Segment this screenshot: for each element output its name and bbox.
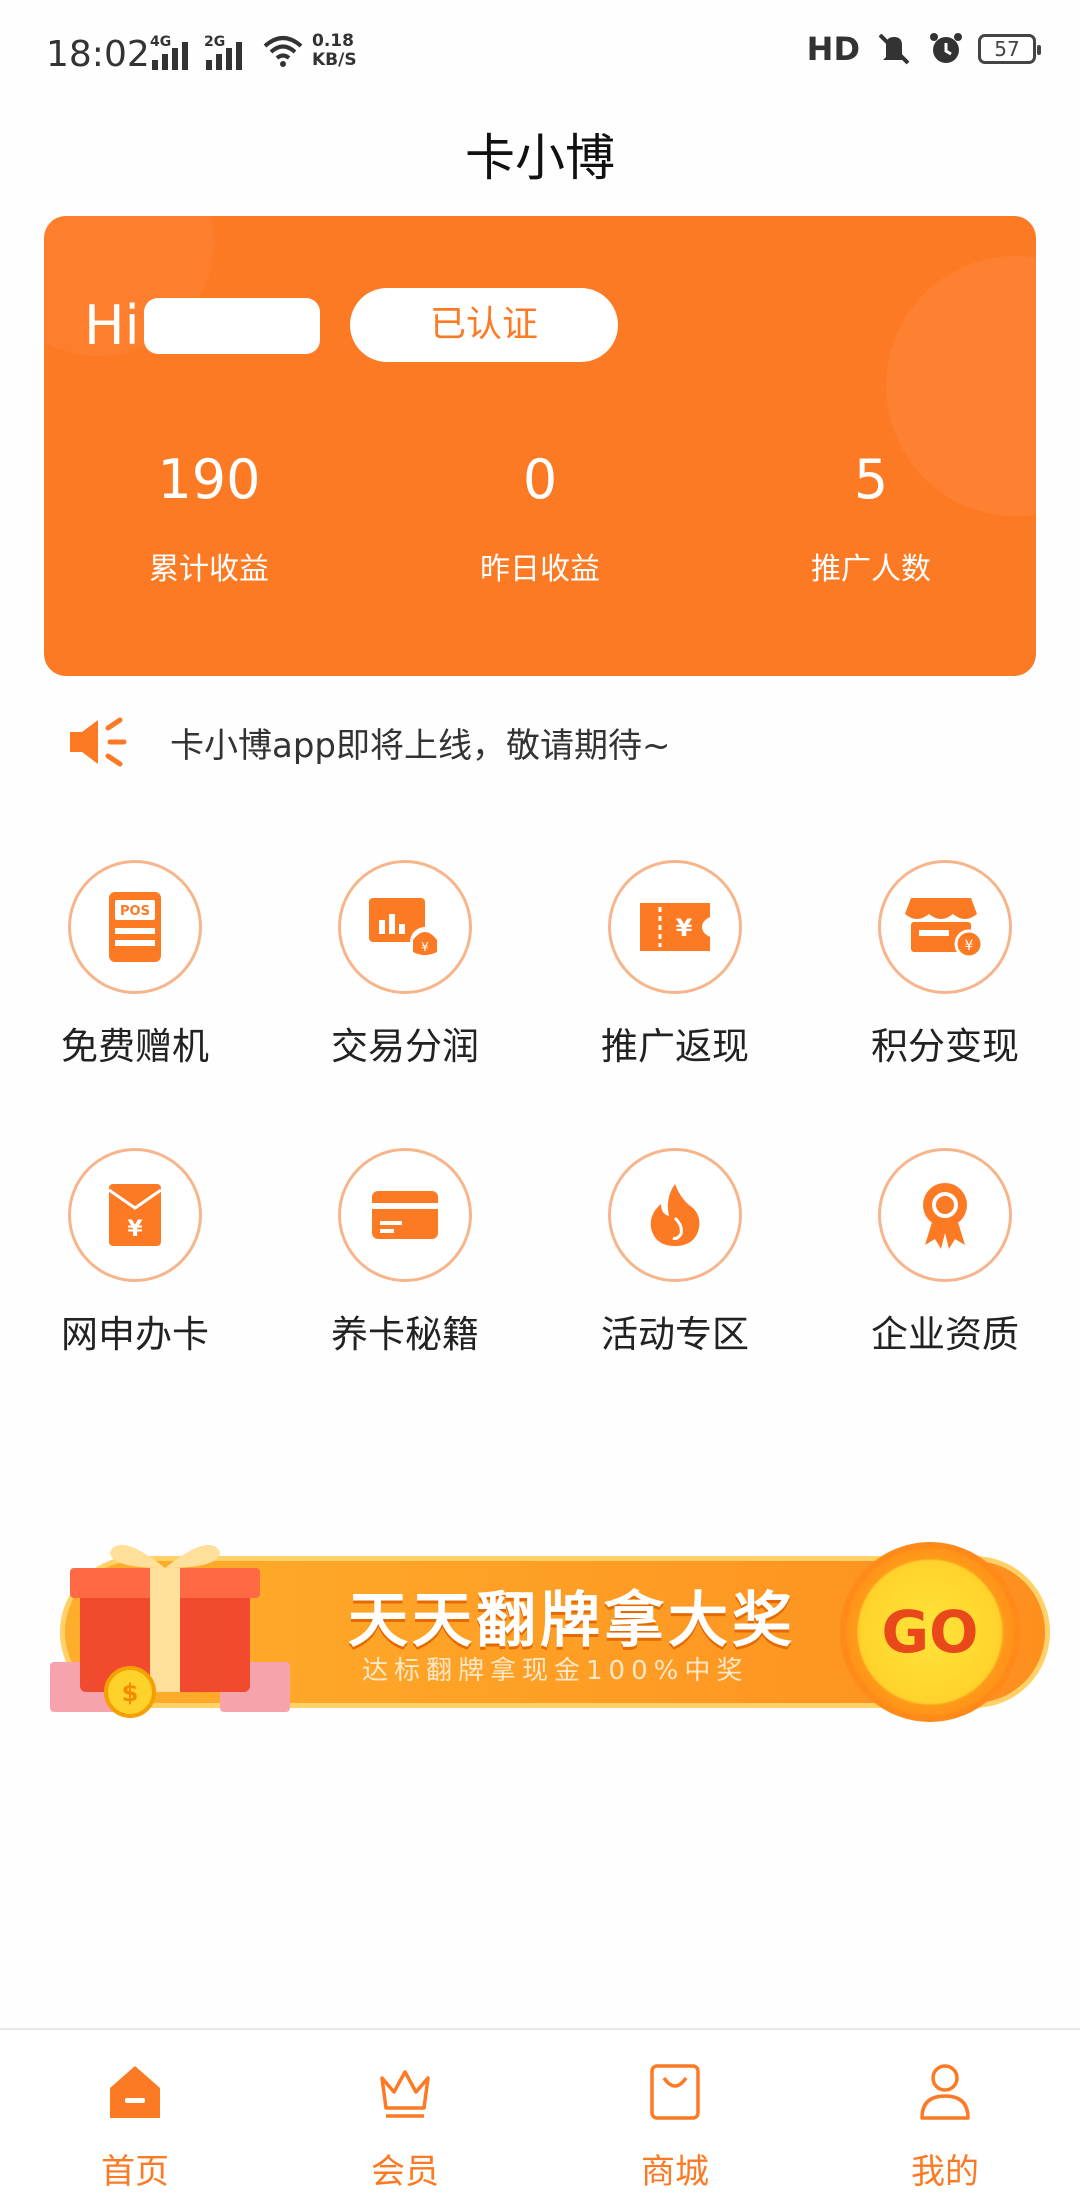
svg-text:¥: ¥ (676, 914, 693, 942)
status-time: 18:02 (46, 34, 150, 75)
grid-item-card-tips[interactable]: 养卡秘籍 (270, 1148, 540, 1358)
go-button[interactable]: GO (840, 1542, 1020, 1722)
crown-icon (380, 2070, 430, 2118)
store-points-icon: ¥ (905, 898, 984, 959)
bottom-navigation: 首页 会员 商城 我的 (0, 2028, 1080, 2204)
grid-item-activities[interactable]: 活动专区 (540, 1148, 810, 1358)
envelope-yuan-icon: ¥ (108, 1184, 162, 1246)
grid-item-points-cash[interactable]: ¥ 积分变现 (810, 860, 1080, 1070)
mute-bell-icon (878, 33, 910, 65)
stat-referrals[interactable]: 5 推广人数 (706, 450, 1036, 588)
home-screen: 18:02 4G 2G 0.18 KB/S HD 57 卡小博 Hi 已认证 1… (0, 0, 1080, 2204)
flame-icon (650, 1184, 700, 1246)
pos-machine-icon: POS (109, 892, 161, 962)
status-bar: 18:02 4G 2G 0.18 KB/S HD 57 (0, 0, 1080, 110)
nav-membership[interactable]: 会员 (270, 2060, 540, 2193)
battery-icon: 57 (978, 34, 1041, 64)
nav-home[interactable]: 首页 (0, 2060, 270, 2193)
user-icon (920, 2064, 970, 2120)
page-title: 卡小博 (465, 129, 615, 187)
svg-text:¥: ¥ (421, 940, 429, 954)
verified-badge[interactable]: 已认证 (350, 288, 618, 362)
banner-subtitle: 达标翻牌拿现金100%中奖 (362, 1656, 749, 1686)
svg-text:$: $ (122, 1679, 139, 1707)
greeting: Hi (84, 294, 320, 357)
signal-4g-icon: 4G (150, 34, 188, 70)
network-speed: 0.18 KB/S (312, 31, 357, 70)
grid-item-free-machine[interactable]: POS 免费赠机 (0, 860, 270, 1070)
announcement-text: 卡小博app即将上线，敬请期待~ (170, 725, 671, 766)
speaker-icon (70, 717, 127, 767)
grid-item-qualification[interactable]: 企业资质 (810, 1148, 1080, 1358)
announcement-bar[interactable]: 卡小博app即将上线，敬请期待~ (66, 712, 671, 772)
badge-icon (923, 1183, 967, 1249)
nav-mall[interactable]: 商城 (540, 2060, 810, 2193)
masked-username (143, 297, 320, 354)
alarm-icon (930, 33, 962, 63)
nav-profile[interactable]: 我的 (810, 2060, 1080, 2193)
banner-title: 天天翻牌拿大奖 (348, 1586, 796, 1656)
wifi-icon (263, 36, 303, 67)
grid-item-promo-cashback[interactable]: ¥ 推广返现 (540, 860, 810, 1070)
grid-item-apply-card[interactable]: ¥ 网申办卡 (0, 1148, 270, 1358)
svg-text:¥: ¥ (127, 1217, 143, 1242)
stat-total-earnings[interactable]: 190 累计收益 (44, 450, 374, 588)
trade-share-icon: ¥ (369, 898, 440, 957)
stat-yesterday-earnings[interactable]: 0 昨日收益 (375, 450, 705, 588)
flip-card-prize-banner[interactable]: $ 天天翻牌拿大奖 达标翻牌拿现金100%中奖 GO (40, 1532, 1050, 1732)
home-icon (110, 2066, 160, 2118)
coupon-icon: ¥ (640, 903, 710, 951)
signal-2g-icon: 2G (204, 34, 242, 70)
grid-item-trade-share[interactable]: ¥ 交易分润 (270, 860, 540, 1070)
card-icon (372, 1191, 438, 1239)
shopping-bag-icon (650, 2064, 700, 2120)
profile-card[interactable]: Hi 已认证 190 累计收益 0 昨日收益 5 推广人数 (44, 216, 1036, 676)
svg-text:POS: POS (120, 904, 150, 919)
gift-box-icon: $ (50, 1544, 290, 1718)
svg-text:¥: ¥ (965, 938, 974, 954)
status-right-icons: HD 57 (806, 30, 1041, 68)
hd-label: HD (806, 30, 860, 68)
